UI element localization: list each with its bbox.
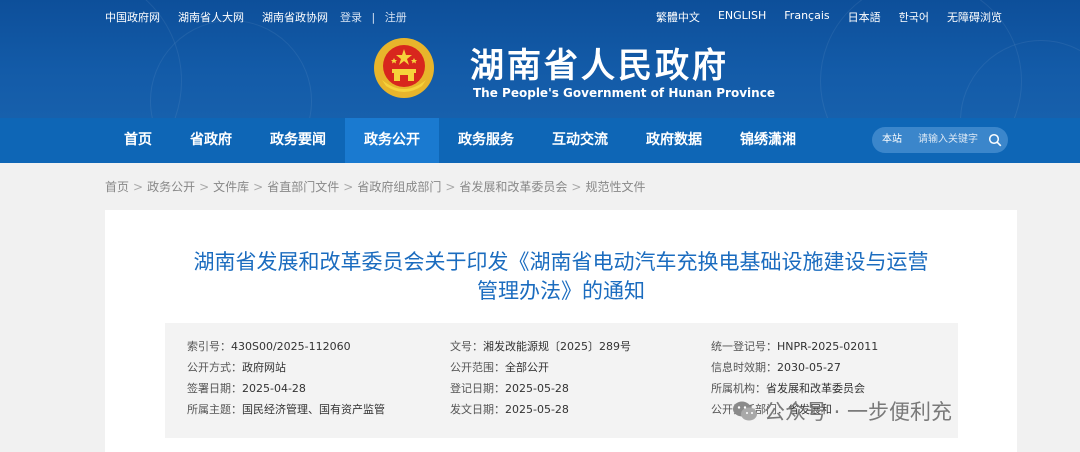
lang-english[interactable]: ENGLISH [718, 9, 766, 25]
national-emblem-icon [374, 38, 434, 98]
meta-disclosure-scope: 公开范围：全部公开 [450, 361, 549, 374]
lang-french[interactable]: Français [784, 9, 829, 25]
login-link[interactable]: 登录 [340, 11, 362, 24]
nav-scenic-hunan[interactable]: 锦绣潇湘 [721, 118, 815, 163]
nav-interaction[interactable]: 互动交流 [533, 118, 627, 163]
breadcrumb: 首页 > 政务公开 > 文件库 > 省直部门文件 > 省政府组成部门 > 省发展和改革委员会 > 规范性… [105, 178, 645, 195]
search-icon[interactable] [988, 133, 1002, 147]
nav-home[interactable]: 首页 [105, 118, 171, 163]
search-scope[interactable]: 本站 [882, 127, 902, 153]
lang-traditional-chinese[interactable]: 繁體中文 [656, 9, 700, 25]
divider: | [371, 11, 376, 24]
meta-doc-number: 文号：湘发改能源规〔2025〕289号 [450, 340, 631, 353]
lang-korean[interactable]: 한국어 [899, 9, 929, 25]
meta-register-date: 登记日期：2025-05-28 [450, 382, 569, 395]
background-pattern [150, 20, 312, 118]
article-title: 湖南省发展和改革委员会关于印发《湖南省电动汽车充换电基础设施建设与运营 管理办法… [105, 248, 1017, 306]
meta-issue-date: 发文日期：2025-05-28 [450, 403, 569, 416]
breadcrumb-separator: > [199, 180, 210, 194]
link-hunan-cppcc[interactable]: 湖南省政协网 [262, 9, 328, 25]
article-title-line: 湖南省发展和改革委员会关于印发《湖南省电动汽车充换电基础设施建设与运营 [193, 250, 929, 274]
breadcrumb-item[interactable]: 政务公开 [147, 180, 195, 194]
breadcrumb-item[interactable]: 文件库 [213, 180, 249, 194]
link-gov-cn[interactable]: 中国政府网 [105, 9, 160, 25]
breadcrumb-separator: > [253, 180, 264, 194]
meta-organization: 所属机构：省发展和改革委员会 [711, 382, 865, 395]
breadcrumb-item[interactable]: 规范性文件 [585, 180, 645, 194]
breadcrumb-separator: > [133, 180, 144, 194]
breadcrumb-separator: > [445, 180, 456, 194]
nav-gov-service[interactable]: 政务服务 [439, 118, 533, 163]
nav-gov-news[interactable]: 政务要闻 [251, 118, 345, 163]
watermark-text: 公众号 · 一步便利充 [764, 400, 953, 424]
search-input[interactable]: 请输入关键字 [918, 127, 978, 153]
nav-gov-open[interactable]: 政务公开 [345, 118, 439, 163]
lang-japanese[interactable]: 日本語 [848, 9, 881, 25]
account-links: 登录 | 注册 [340, 9, 407, 25]
article-title-line: 管理办法》的通知 [477, 279, 645, 303]
external-links: 中国政府网 湖南省人大网 湖南省政协网 [105, 9, 328, 25]
breadcrumb-separator: > [571, 180, 582, 194]
site-title[interactable]: 湖南省人民政府 [470, 38, 729, 87]
site-search[interactable]: 本站 请输入关键字 [872, 127, 1008, 153]
breadcrumb-separator: > [343, 180, 354, 194]
watermark: 公众号 · 一步便利充 [732, 396, 952, 426]
nav-gov-data[interactable]: 政府数据 [627, 118, 721, 163]
site-header: 中国政府网 湖南省人大网 湖南省政协网 登录 | 注册 繁體中文 ENGLISH… [0, 0, 1080, 118]
meta-unified-register-no: 统一登记号：HNPR-2025-02011 [711, 340, 879, 353]
meta-disclosure-method: 公开方式：政府网站 [187, 361, 286, 374]
language-links: 繁體中文 ENGLISH Français 日本語 한국어 无障碍浏览 [656, 9, 1002, 25]
breadcrumb-item[interactable]: 省政府组成部门 [357, 180, 441, 194]
site-subtitle: The People's Government of Hunan Provinc… [473, 86, 775, 100]
accessibility-link[interactable]: 无障碍浏览 [947, 9, 1002, 25]
link-hunan-npc[interactable]: 湖南省人大网 [178, 9, 244, 25]
meta-validity: 信息时效期：2030-05-27 [711, 361, 841, 374]
breadcrumb-item[interactable]: 首页 [105, 180, 129, 194]
nav-provincial-gov[interactable]: 省政府 [171, 118, 251, 163]
breadcrumb-item[interactable]: 省发展和改革委员会 [459, 180, 567, 194]
meta-sign-date: 签署日期：2025-04-28 [187, 382, 306, 395]
wechat-icon [733, 401, 757, 421]
register-link[interactable]: 注册 [385, 11, 407, 24]
meta-topic: 所属主题：国民经济管理、国有资产监管 [187, 403, 385, 416]
breadcrumb-item[interactable]: 省直部门文件 [267, 180, 339, 194]
meta-index-no: 索引号：430S00/2025-112060 [187, 340, 351, 353]
